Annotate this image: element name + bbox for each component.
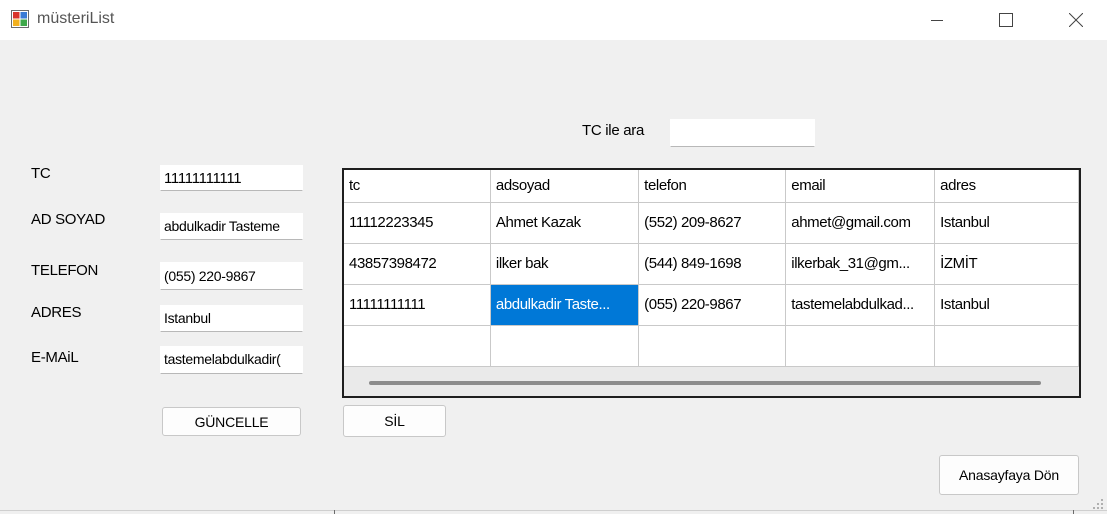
grid-cell[interactable]: ahmet@gmail.com	[785, 202, 936, 244]
grid-cell-selected[interactable]: abdulkadir Taste...	[490, 284, 640, 326]
grid-cell[interactable]: ilker bak	[490, 243, 640, 285]
table-row-new[interactable]	[344, 325, 1079, 367]
sil-button[interactable]: SİL	[343, 405, 446, 437]
search-tc-input[interactable]	[670, 119, 815, 147]
grid-cell[interactable]: tastemelabdulkad...	[785, 284, 936, 326]
column-header-email[interactable]: email	[785, 170, 936, 203]
email-field[interactable]: tastemelabdulkadir(	[160, 346, 303, 374]
table-row[interactable]: 11111111111 abdulkadir Taste... (055) 22…	[344, 284, 1079, 326]
grid-header-row: tc adsoyad telefon email adres	[344, 170, 1079, 203]
minimize-icon	[931, 20, 943, 21]
grid-cell[interactable]: İZMİT	[934, 243, 1079, 285]
adsoyad-field[interactable]: abdulkadir Tasteme	[160, 213, 303, 240]
telefon-label: TELEFON	[31, 262, 99, 279]
app-form-icon	[11, 10, 29, 28]
column-header-adsoyad[interactable]: adsoyad	[490, 170, 640, 203]
grid-table: tc adsoyad telefon email adres 111122233…	[344, 170, 1079, 367]
title-bar: müsteriList	[0, 0, 1107, 40]
grid-cell[interactable]: 43857398472	[344, 243, 491, 285]
telefon-field[interactable]: (055) 220-9867	[160, 262, 303, 290]
grid-cell[interactable]: 11112223345	[344, 202, 491, 244]
adres-field[interactable]: Istanbul	[160, 305, 303, 332]
guncelle-button[interactable]: GÜNCELLE	[162, 407, 301, 436]
grid-cell[interactable]	[785, 325, 936, 367]
adsoyad-label: AD SOYAD	[31, 211, 106, 228]
resize-grip-icon[interactable]	[1092, 498, 1104, 510]
grid-cell[interactable]	[490, 325, 640, 367]
email-label: E-MAiL	[31, 349, 79, 366]
grid-cell[interactable]	[344, 325, 491, 367]
column-header-telefon[interactable]: telefon	[638, 170, 787, 203]
search-label: TC ile ara	[582, 122, 645, 139]
window-bottom-edge	[0, 510, 1107, 511]
grid-cell[interactable]	[934, 325, 1079, 367]
column-header-tc[interactable]: tc	[344, 170, 491, 203]
tc-field[interactable]: 11111111111	[160, 165, 303, 191]
horizontal-scrollbar[interactable]	[344, 369, 1079, 396]
close-icon	[1069, 13, 1083, 27]
tc-label: TC	[31, 165, 51, 182]
grid-cell[interactable]: Istanbul	[934, 202, 1079, 244]
grid-cell[interactable]: (552) 209-8627	[638, 202, 787, 244]
grid-cell[interactable]: Istanbul	[934, 284, 1079, 326]
grid-cell[interactable]: 11111111111	[344, 284, 491, 326]
grid-cell[interactable]: (544) 849-1698	[638, 243, 787, 285]
table-row[interactable]: 11112223345 Ahmet Kazak (552) 209-8627 a…	[344, 202, 1079, 244]
close-button[interactable]	[1053, 0, 1099, 40]
background-divider	[1073, 510, 1074, 514]
grid-cell[interactable]: Ahmet Kazak	[490, 202, 640, 244]
background-divider	[334, 510, 335, 514]
grid-cell[interactable]: ilkerbak_31@gm...	[785, 243, 936, 285]
grid-cell[interactable]	[638, 325, 787, 367]
window-title: müsteriList	[37, 10, 115, 27]
adres-label: ADRES	[31, 304, 82, 321]
maximize-button[interactable]	[983, 0, 1029, 40]
table-row[interactable]: 43857398472 ilker bak (544) 849-1698 ilk…	[344, 243, 1079, 285]
scrollbar-thumb[interactable]	[369, 381, 1041, 385]
maximize-icon	[999, 13, 1013, 27]
grid-cell[interactable]: (055) 220-9867	[638, 284, 787, 326]
anasayfaya-don-button[interactable]: Anasayfaya Dön	[939, 455, 1079, 495]
customer-data-grid[interactable]: tc adsoyad telefon email adres 111122233…	[342, 168, 1081, 398]
column-header-adres[interactable]: adres	[934, 170, 1079, 203]
minimize-button[interactable]	[914, 0, 960, 40]
